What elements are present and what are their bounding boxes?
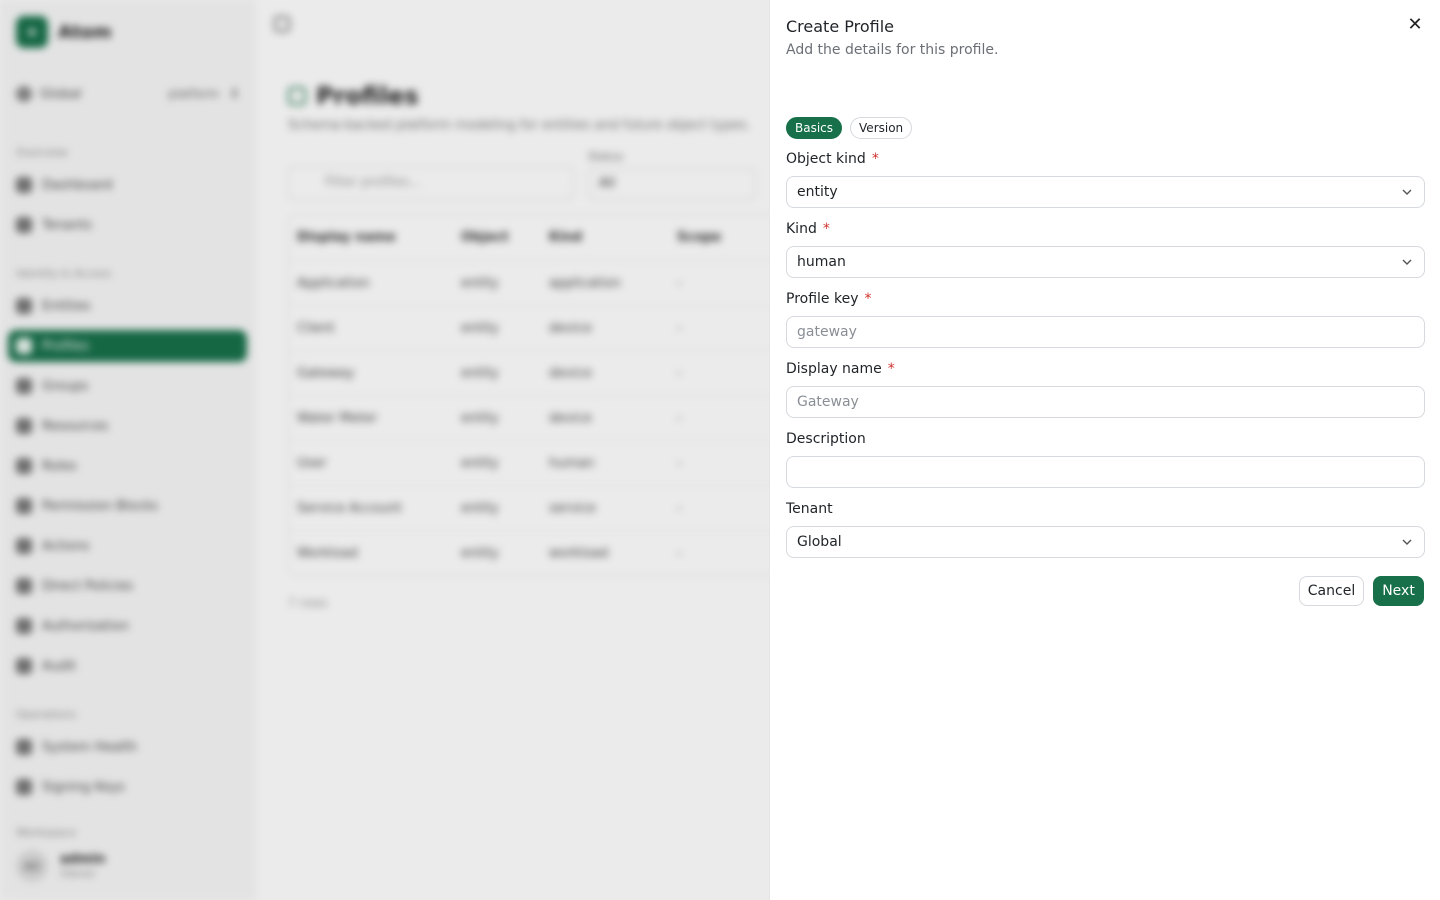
close-icon[interactable]: ✕ [1406, 16, 1424, 34]
step-basics[interactable]: Basics [786, 117, 843, 139]
kind-select[interactable]: human [786, 246, 1425, 278]
tenant-select[interactable]: Global [786, 526, 1425, 558]
object-kind-value: entity [797, 184, 838, 200]
chevron-down-icon [1402, 537, 1412, 547]
required-marker: * [887, 361, 895, 377]
step-tabs: Basics Version [786, 117, 913, 139]
profile-key-label: Profile key * [786, 291, 872, 307]
cancel-button[interactable]: Cancel [1299, 576, 1364, 606]
create-profile-sheet: Create Profile Add the details for this … [769, 0, 1440, 900]
required-marker: * [871, 151, 879, 167]
chevron-down-icon [1402, 187, 1412, 197]
kind-value: human [797, 254, 846, 270]
profile-key-label-text: Profile key [786, 291, 859, 307]
object-kind-select[interactable]: entity [786, 176, 1425, 208]
object-kind-label: Object kind * [786, 151, 879, 167]
display-name-label: Display name * [786, 361, 895, 377]
description-input[interactable] [786, 456, 1425, 488]
tenant-value: Global [797, 534, 842, 550]
step-version[interactable]: Version [850, 117, 913, 139]
tenant-label: Tenant [786, 501, 833, 517]
required-marker: * [822, 221, 830, 237]
required-marker: * [864, 291, 872, 307]
description-label: Description [786, 431, 866, 447]
object-kind-label-text: Object kind [786, 151, 866, 167]
display-name-label-text: Display name [786, 361, 882, 377]
tenant-label-text: Tenant [786, 501, 833, 517]
sheet-title: Create Profile [786, 17, 894, 36]
kind-label: Kind * [786, 221, 830, 237]
next-button[interactable]: Next [1373, 576, 1424, 606]
sheet-description: Add the details for this profile. [786, 42, 999, 58]
kind-label-text: Kind [786, 221, 817, 237]
chevron-down-icon [1402, 257, 1412, 267]
profile-key-input[interactable] [786, 316, 1425, 348]
description-label-text: Description [786, 431, 866, 447]
display-name-input[interactable] [786, 386, 1425, 418]
